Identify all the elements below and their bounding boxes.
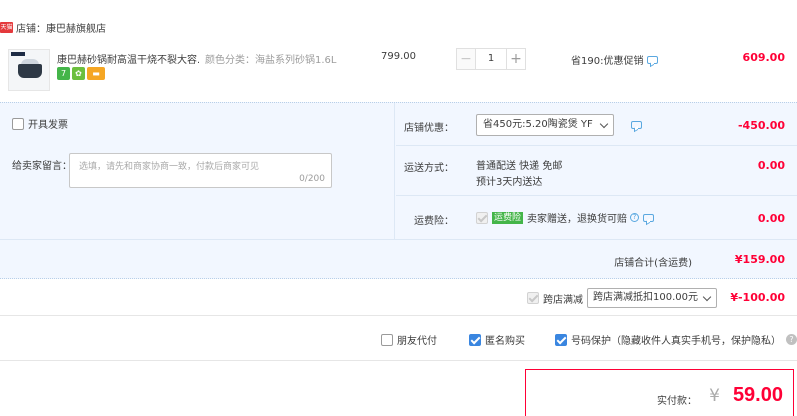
shipping-row: 运送方式： 普通配送 快递 免邮 预计3天内送达 0.00 bbox=[396, 146, 797, 196]
cross-store-selected: 跨店满减抵扣100.00元 bbox=[593, 292, 698, 303]
shop-coupon-label: 店铺优惠： bbox=[404, 123, 454, 134]
cross-store-select[interactable]: 跨店满减抵扣100.00元 bbox=[587, 288, 717, 308]
item-total-price: 609.00 bbox=[742, 51, 785, 64]
seller-message-label: 给卖家留言： bbox=[12, 161, 72, 172]
shop-total-label: 店铺合计(含运费) bbox=[614, 258, 692, 269]
shop-coupon-select[interactable]: 省450元:5.20陶瓷煲 YF bbox=[476, 114, 614, 136]
currency-symbol: ¥ bbox=[709, 386, 720, 406]
product-sku: 颜色分类：海盐系列砂锅1.6L bbox=[205, 55, 337, 66]
chevron-down-icon bbox=[599, 119, 609, 129]
insurance-row: 运费险： 运费险 卖家赠送，退换货可赔 ? 0.00 bbox=[396, 196, 797, 239]
anonymous-label: 匿名购买 bbox=[485, 336, 525, 347]
privacy-label: 号码保护（隐藏收件人真实手机号，保护隐私） bbox=[571, 336, 781, 347]
order-left-panel: 开具发票 给卖家留言： 选填，请先和商家协商一致，付款后商家可见 0/200 bbox=[0, 103, 395, 239]
help-icon[interactable]: ? bbox=[630, 213, 640, 222]
invoice-checkbox[interactable] bbox=[12, 117, 24, 130]
friend-pay-label: 朋友代付 bbox=[397, 336, 437, 347]
quantity-input[interactable]: 1 bbox=[476, 48, 506, 70]
payment-label: 实付款： bbox=[657, 396, 697, 407]
purchase-options-row: 朋友代付 匿名购买 号码保护（隐藏收件人真实手机号，保护隐私） ? bbox=[0, 317, 797, 361]
product-thumbnail[interactable] bbox=[8, 49, 50, 91]
shipping-info: 普通配送 快递 免邮 预计3天内送达 bbox=[476, 159, 562, 191]
seller-message-placeholder: 选填，请先和商家协商一致，付款后商家可见 bbox=[79, 162, 260, 172]
seven-day-return-icon[interactable]: 7 bbox=[57, 67, 70, 80]
order-item-row: 康巴赫砂锅耐高温干烧不裂大容... 颜色分类：海盐系列砂锅1.6L 7 ✿ ▬ … bbox=[0, 38, 797, 102]
cross-store-value: ¥-100.00 bbox=[730, 291, 785, 304]
friend-pay-checkbox[interactable] bbox=[381, 333, 393, 346]
shop-total-value: ¥159.00 bbox=[734, 253, 785, 266]
shipping-value: 0.00 bbox=[757, 159, 785, 172]
seller-message-input[interactable]: 选填，请先和商家协商一致，付款后商家可见 0/200 bbox=[69, 153, 332, 188]
shop-coupon-row: 店铺优惠： 省450元:5.20陶瓷煲 YF -450.00 bbox=[396, 103, 797, 146]
order-right-panel: 店铺优惠： 省450元:5.20陶瓷煲 YF -450.00 运送方式： 普通配… bbox=[396, 103, 797, 239]
shipping-label: 运送方式： bbox=[404, 163, 454, 174]
insurance-value: 0.00 bbox=[757, 212, 785, 225]
order-options-panel: 开具发票 给卖家留言： 选填，请先和商家协商一致，付款后商家可见 0/200 店… bbox=[0, 102, 797, 279]
payment-summary: 实付款： ¥ 59.00 bbox=[525, 369, 794, 416]
message-icon[interactable] bbox=[631, 121, 642, 129]
insurance-label: 运费险： bbox=[414, 216, 454, 227]
insurance-checkbox bbox=[476, 211, 488, 224]
quantity-stepper: − 1 + bbox=[456, 48, 526, 70]
promotion-label: 省190:优惠促销 bbox=[571, 56, 644, 67]
message-icon[interactable] bbox=[647, 55, 659, 64]
message-char-count: 0/200 bbox=[299, 174, 325, 184]
anonymous-option[interactable]: 匿名购买 bbox=[469, 332, 525, 347]
invoice-option[interactable]: 开具发票 bbox=[12, 116, 68, 131]
cross-store-discount-row: 跨店满减 跨店满减抵扣100.00元 ¥-100.00 bbox=[0, 280, 797, 316]
insurance-info: 运费险 卖家赠送，退换货可赔 ? bbox=[476, 210, 655, 225]
shipping-eta: 预计3天内送达 bbox=[476, 177, 543, 188]
shipping-method: 普通配送 快递 免邮 bbox=[476, 161, 563, 172]
shop-coupon-value: -450.00 bbox=[737, 119, 785, 132]
invoice-label: 开具发票 bbox=[28, 120, 68, 131]
message-icon[interactable] bbox=[643, 213, 655, 222]
cross-store-label: 跨店满减 bbox=[543, 294, 583, 306]
cross-store-discount: 跨店满减 跨店满减抵扣100.00元 bbox=[527, 288, 717, 308]
friend-pay-option[interactable]: 朋友代付 bbox=[381, 332, 437, 347]
privacy-option[interactable]: 号码保护（隐藏收件人真实手机号，保护隐私） ? bbox=[555, 332, 797, 347]
service-badges: 7 ✿ ▬ bbox=[57, 67, 105, 80]
chevron-down-icon bbox=[702, 292, 712, 302]
insurance-tag: 运费险 bbox=[492, 211, 524, 224]
shop-name-link[interactable]: 店铺：康巴赫旗舰店 bbox=[16, 20, 106, 35]
anonymous-checkbox[interactable] bbox=[469, 333, 481, 346]
insurance-text: 卖家赠送，退换货可赔 bbox=[527, 214, 628, 225]
shop-coupon-selected: 省450元:5.20陶瓷煲 YF bbox=[483, 119, 593, 130]
privacy-checkbox[interactable] bbox=[555, 333, 567, 346]
shop-total-row: 店铺合计(含运费) ¥159.00 bbox=[0, 239, 797, 280]
quantity-decrease-button[interactable]: − bbox=[456, 48, 476, 70]
shop-header: 天猫 店铺：康巴赫旗舰店 bbox=[0, 17, 106, 37]
guarantee-icon[interactable]: ✿ bbox=[72, 67, 85, 80]
cross-store-checkbox bbox=[527, 292, 539, 304]
card-payment-icon[interactable]: ▬ bbox=[87, 67, 105, 80]
product-title-link[interactable]: 康巴赫砂锅耐高温干烧不裂大容... bbox=[57, 51, 199, 66]
item-promotion: 省190:优惠促销 bbox=[571, 52, 659, 67]
quantity-increase-button[interactable]: + bbox=[506, 48, 526, 70]
help-icon[interactable]: ? bbox=[786, 334, 797, 345]
unit-price: 799.00 bbox=[381, 51, 416, 62]
tmall-icon: 天猫 bbox=[0, 21, 13, 33]
payment-amount: 59.00 bbox=[732, 384, 783, 406]
